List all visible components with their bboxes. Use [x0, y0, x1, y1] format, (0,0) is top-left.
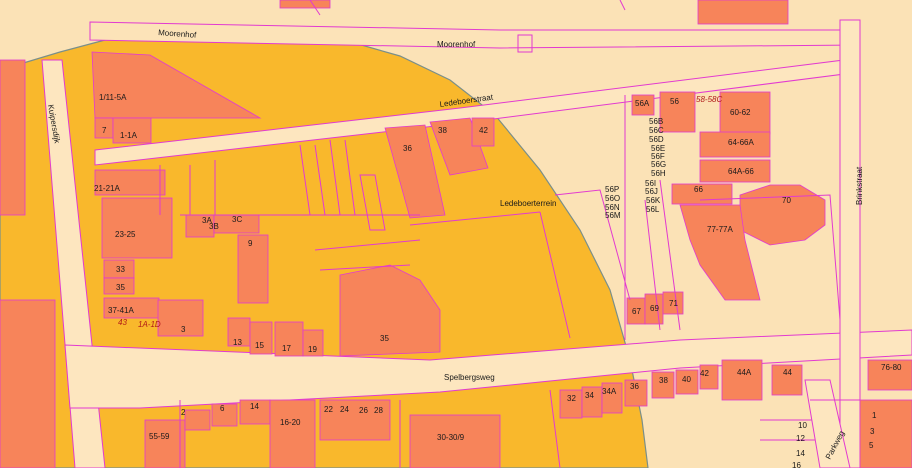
- house-number: 1/11-5A: [99, 93, 127, 102]
- house-number: 56H: [651, 169, 666, 178]
- house-number: 7: [102, 126, 107, 135]
- house-number: 1A-1D: [138, 320, 161, 329]
- house-number: 56P: [605, 185, 619, 194]
- house-number: 3B: [209, 222, 219, 231]
- house-number: 56C: [649, 126, 664, 135]
- house-number: 16: [792, 461, 801, 468]
- house-number: 1-1A: [120, 131, 138, 140]
- house-number: 56B: [649, 117, 663, 126]
- house-number: 10: [798, 421, 807, 430]
- street-brinkstraat: Brinkstraat: [855, 166, 864, 205]
- building-6: [211, 403, 238, 427]
- house-number: 56D: [649, 135, 664, 144]
- house-number: 2: [181, 408, 186, 417]
- house-number: 42: [700, 369, 709, 378]
- house-number: 44A: [737, 368, 752, 377]
- house-number: 9: [248, 239, 253, 248]
- house-number: 5: [869, 441, 874, 450]
- building-55: [144, 419, 186, 468]
- house-number: 77-77A: [707, 225, 733, 234]
- house-number: 15: [255, 341, 264, 350]
- house-number: 3C: [232, 215, 242, 224]
- house-number: 64A-66: [728, 167, 754, 176]
- building-23: [101, 197, 173, 259]
- building-16-20: [269, 399, 316, 468]
- house-number: 56J: [645, 187, 658, 196]
- house-number: 17: [282, 344, 291, 353]
- building-44A: [721, 359, 763, 401]
- house-number: 36: [630, 382, 639, 391]
- house-number: 58-58C: [696, 95, 722, 104]
- house-number: 70: [782, 196, 791, 205]
- house-number: 32: [567, 394, 576, 403]
- building-top-right: [697, 0, 789, 25]
- house-number: 42: [479, 126, 488, 135]
- building-9: [237, 234, 269, 304]
- house-number: 60-62: [730, 108, 751, 117]
- house-number: 66: [694, 185, 703, 194]
- house-number: 35: [380, 334, 389, 343]
- house-number: 37-41A: [108, 306, 134, 315]
- house-number: 64-66A: [728, 138, 754, 147]
- house-number: 28: [374, 406, 383, 415]
- house-number: 22: [324, 405, 333, 414]
- house-number: 19: [308, 345, 317, 354]
- cadastral-map[interactable]: Moorenhof Moorenhof Ledeboerstraat Kuipe…: [0, 0, 912, 468]
- house-number: 43: [118, 318, 127, 327]
- house-number: 76-80: [881, 363, 902, 372]
- house-number: 24: [340, 405, 349, 414]
- house-number: 38: [659, 376, 668, 385]
- building-far-right: [859, 399, 912, 468]
- building-2: [184, 409, 211, 431]
- house-number: 36: [403, 144, 412, 153]
- house-number: 56G: [651, 160, 666, 169]
- house-number: 3: [181, 325, 186, 334]
- house-number: 34: [585, 391, 594, 400]
- street-moorenhof: Moorenhof: [437, 40, 476, 49]
- house-number: 6: [220, 404, 225, 413]
- house-number: 56O: [605, 194, 620, 203]
- house-number: 14: [796, 449, 805, 458]
- house-number: 33: [116, 265, 125, 274]
- house-number: 56A: [635, 99, 650, 108]
- building-top-strip: [279, 0, 331, 9]
- road-brinkstraat: [839, 19, 861, 468]
- house-number: 67: [632, 307, 641, 316]
- house-number: 13: [233, 338, 242, 347]
- house-number: 56M: [605, 211, 621, 220]
- house-number: 34A: [602, 387, 617, 396]
- house-number: 44: [783, 368, 792, 377]
- house-number: 23-25: [115, 230, 136, 239]
- house-number: 14: [250, 402, 259, 411]
- building-bottom-left: [0, 299, 56, 468]
- house-number: 69: [650, 304, 659, 313]
- house-number: 35: [116, 283, 125, 292]
- house-number: 16-20: [280, 418, 301, 427]
- house-number: 56L: [646, 205, 660, 214]
- house-number: 71: [669, 299, 678, 308]
- house-number: 12: [796, 434, 805, 443]
- house-number: 56K: [646, 196, 661, 205]
- house-number: 55-59: [149, 432, 170, 441]
- house-number: 30-30/9: [437, 433, 465, 442]
- house-number: 40: [682, 375, 691, 384]
- street-spelbergsweg: Spelbergsweg: [444, 373, 495, 382]
- house-number: 26: [359, 406, 368, 415]
- house-number: 56: [670, 97, 679, 106]
- building-top-left-red: [0, 59, 26, 216]
- area-ledeboerterrein: Ledeboerterrein: [500, 199, 556, 208]
- house-number: 38: [438, 126, 447, 135]
- house-number: 21-21A: [94, 184, 120, 193]
- house-number: 1: [872, 411, 877, 420]
- house-number: 3: [870, 427, 875, 436]
